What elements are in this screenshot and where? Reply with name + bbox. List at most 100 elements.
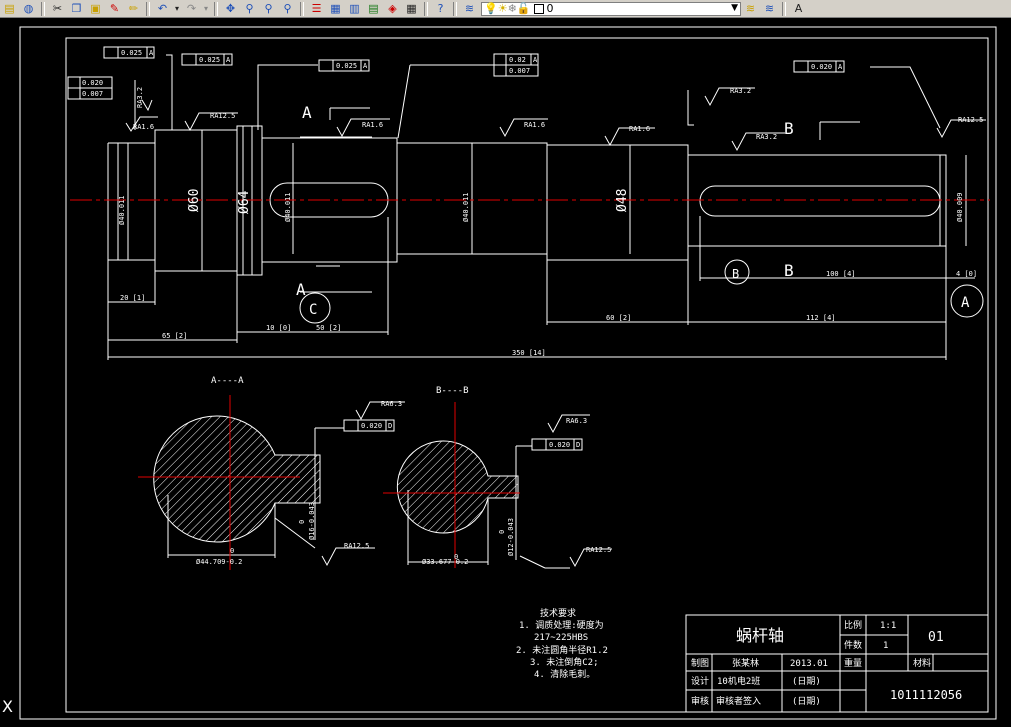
markup-icon[interactable]: ◈ bbox=[384, 1, 401, 16]
chevron-down-icon[interactable]: ▼ bbox=[731, 3, 738, 13]
layer-lock-icon[interactable]: 🔓 bbox=[517, 2, 531, 15]
ucs-icon: X bbox=[2, 697, 13, 716]
calculator-icon[interactable]: ▦ bbox=[403, 1, 420, 16]
layer-manager-icon[interactable]: ≋ bbox=[461, 1, 478, 16]
brush-icon[interactable]: ✎ bbox=[106, 1, 123, 16]
zero-label: 0 bbox=[454, 553, 458, 561]
fcf-value: 0.007 bbox=[509, 67, 530, 75]
design-date: (日期) bbox=[792, 676, 821, 687]
help-icon[interactable]: ? bbox=[432, 1, 449, 16]
layer-freeze-icon[interactable]: ❄ bbox=[508, 2, 517, 15]
roughness-label: RA3.2 bbox=[136, 87, 144, 108]
datum-label: D bbox=[576, 441, 580, 449]
dimension-text: 60 [2] bbox=[606, 314, 631, 322]
roughness-label: RA12.5 bbox=[210, 112, 235, 120]
inner-frame bbox=[65, 37, 989, 713]
zoom-window-icon[interactable]: ⚲ bbox=[260, 1, 277, 16]
part-name: 蜗杆轴 bbox=[736, 626, 784, 645]
scale-label: 比例 bbox=[844, 619, 862, 631]
scale-value: 1:1 bbox=[880, 621, 896, 631]
tolerance-label: Ø40.011 bbox=[462, 192, 470, 222]
roughness-label: RA1.6 bbox=[629, 125, 650, 133]
fcf-value: 0.020 bbox=[811, 63, 832, 71]
layer-dropdown[interactable]: 💡 ☀ ❄ 🔓 0 ▼ bbox=[481, 1, 741, 16]
sheet-set-icon[interactable]: ▤ bbox=[365, 1, 382, 16]
dimension-text: 350 [14] bbox=[512, 349, 546, 357]
section-label-a-bottom: A bbox=[296, 280, 306, 299]
zoom-previous-icon[interactable]: ⚲ bbox=[279, 1, 296, 16]
datum-label: D bbox=[388, 422, 392, 430]
diameter-48: Ø48 bbox=[615, 189, 630, 212]
material-label: 材料 bbox=[913, 657, 931, 669]
paste-icon[interactable]: ▣ bbox=[87, 1, 104, 16]
datum-label: A bbox=[226, 56, 231, 64]
layer-color-swatch bbox=[533, 3, 544, 14]
toolbar-separator bbox=[300, 1, 304, 16]
undo-dropdown-icon[interactable]: ▾ bbox=[173, 1, 181, 16]
section-bb-key: Ø12-0.043 bbox=[507, 518, 515, 556]
cad-drawing[interactable]: A A B B C B A Ø60 Ø64 Ø48 Ø40.011 Ø40.01… bbox=[0, 18, 1011, 723]
redo-icon[interactable]: ↷ bbox=[183, 1, 200, 16]
tech-req-line: 2. 未注圆角半径R1.2 bbox=[516, 644, 608, 656]
fcf-value: 0.025 bbox=[121, 49, 142, 57]
fcf-value: 0.025 bbox=[336, 62, 357, 70]
drawing-canvas[interactable]: A A B B C B A Ø60 Ø64 Ø48 Ø40.011 Ø40.01… bbox=[0, 18, 1011, 723]
toolbar-separator bbox=[214, 1, 218, 16]
zero-label: 0 bbox=[498, 530, 506, 534]
section-aa-title: A----A bbox=[211, 376, 244, 386]
tech-req-title: 技术要求 bbox=[540, 607, 576, 619]
roughness-label: RA3.2 bbox=[730, 87, 751, 95]
layer-name: 0 bbox=[546, 2, 554, 15]
tool-palettes-icon[interactable]: ▥ bbox=[346, 1, 363, 16]
make-current-layer-icon[interactable]: ≋ bbox=[742, 1, 759, 16]
properties-icon[interactable]: ☰ bbox=[308, 1, 325, 16]
roughness-label: RA1.6 bbox=[362, 121, 383, 129]
toolbar-separator bbox=[453, 1, 457, 16]
layer-sun-icon[interactable]: ☀ bbox=[498, 2, 508, 15]
toolbar-separator bbox=[424, 1, 428, 16]
fcf-value: 0.020 bbox=[361, 422, 382, 430]
roughness-label: RA1.6 bbox=[133, 123, 154, 131]
roughness-label: RA1.6 bbox=[524, 121, 545, 129]
pencil-icon[interactable]: ✏ bbox=[125, 1, 142, 16]
layer-bulb-icon[interactable]: 💡 bbox=[484, 2, 498, 15]
circle-label-a: A bbox=[961, 295, 970, 311]
dimension-text: 4 [0] bbox=[956, 270, 977, 278]
section-aa-key: Ø16-0.043 bbox=[308, 502, 316, 540]
section-label-b-top: B bbox=[784, 119, 794, 138]
undo-icon[interactable]: ↶ bbox=[154, 1, 171, 16]
dimension-text: 100 [4] bbox=[826, 270, 856, 278]
drawn-label: 制图 bbox=[691, 657, 709, 669]
drawn-name: 张某林 bbox=[732, 657, 759, 669]
redo-dropdown-icon[interactable]: ▾ bbox=[202, 1, 210, 16]
circle-label-b: B bbox=[732, 267, 739, 281]
open-icon[interactable]: ▤ bbox=[1, 1, 18, 16]
circle-label-c: C bbox=[309, 302, 317, 318]
section-label-a-top: A bbox=[302, 103, 312, 122]
datum-label: A bbox=[363, 62, 368, 70]
text-style-icon[interactable]: A bbox=[790, 1, 807, 16]
copy-icon[interactable]: ❐ bbox=[68, 1, 85, 16]
section-bb-title: B----B bbox=[436, 386, 469, 396]
student-code: 1011112056 bbox=[890, 688, 962, 702]
diameter-64: Ø64 bbox=[237, 190, 252, 214]
zoom-realtime-icon[interactable]: ⚲ bbox=[241, 1, 258, 16]
design-label: 设计 bbox=[691, 675, 709, 687]
check-name: 审核者签入 bbox=[716, 695, 761, 707]
cut-icon[interactable]: ✂ bbox=[49, 1, 66, 16]
zero-label: 0 bbox=[230, 547, 234, 555]
pan-icon[interactable]: ✥ bbox=[222, 1, 239, 16]
section-bb bbox=[396, 440, 570, 569]
tech-req-line: 4. 清除毛刺。 bbox=[534, 668, 595, 680]
dimension-text: 112 [4] bbox=[806, 314, 836, 322]
earth-icon[interactable]: ◍ bbox=[20, 1, 37, 16]
toolbar-separator bbox=[782, 1, 786, 16]
fcf-value: 0.025 bbox=[199, 56, 220, 64]
roughness-label: RA12.5 bbox=[958, 116, 983, 124]
fcf-value: 0.02 bbox=[509, 56, 526, 64]
dimension-text: 50 [2] bbox=[316, 324, 341, 332]
section-aa-dia: Ø44.709-0.2 bbox=[196, 558, 242, 566]
design-center-icon[interactable]: ▦ bbox=[327, 1, 344, 16]
check-label: 审核 bbox=[691, 695, 709, 707]
layer-previous-icon[interactable]: ≋ bbox=[761, 1, 778, 16]
